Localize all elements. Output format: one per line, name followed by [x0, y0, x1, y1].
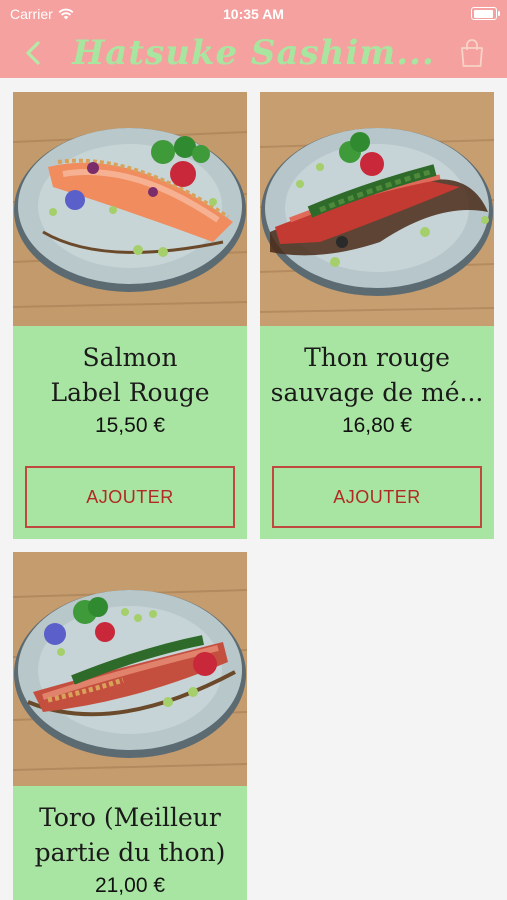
product-name: Thon rouge sauvage de mé...	[266, 340, 488, 410]
status-bar: Carrier 10:35 AM	[0, 0, 507, 28]
product-name-line-2: sauvage de mé...	[270, 378, 484, 407]
toro-dish-image	[13, 552, 247, 786]
add-to-cart-button[interactable]: AJOUTER	[272, 466, 482, 528]
product-name: Salmon Label Rouge	[19, 340, 241, 410]
battery-icon	[471, 7, 500, 20]
product-name-line-2: partie du thon)	[34, 838, 226, 867]
product-price: 21,00 €	[94, 874, 166, 897]
shopping-bag-icon[interactable]	[455, 36, 489, 70]
product-card-toro[interactable]: Toro (Meilleur partie du thon) 21,00 €	[13, 552, 247, 900]
product-name: Toro (Meilleur partie du thon)	[19, 800, 241, 870]
product-name-line-1: Toro (Meilleur	[39, 803, 221, 832]
product-name-line-1: Salmon	[82, 343, 178, 372]
page-title: Hatsuke Sashim...	[72, 33, 435, 73]
product-name-line-2: Label Rouge	[50, 378, 210, 407]
salmon-dish-image	[13, 92, 247, 326]
status-time: 10:35 AM	[223, 6, 284, 22]
tuna-dish-image	[260, 92, 494, 326]
product-price: 15,50 €	[94, 414, 166, 437]
product-price: 16,80 €	[341, 414, 413, 437]
nav-bar: Hatsuke Sashim...	[0, 28, 507, 78]
back-chevron-icon[interactable]	[18, 36, 52, 70]
add-to-cart-button[interactable]: AJOUTER	[25, 466, 235, 528]
product-card-thon-rouge[interactable]: Thon rouge sauvage de mé... 16,80 € AJOU…	[260, 92, 494, 539]
product-card-salmon[interactable]: Salmon Label Rouge 15,50 € AJOUTER	[13, 92, 247, 539]
product-name-line-1: Thon rouge	[304, 343, 450, 372]
